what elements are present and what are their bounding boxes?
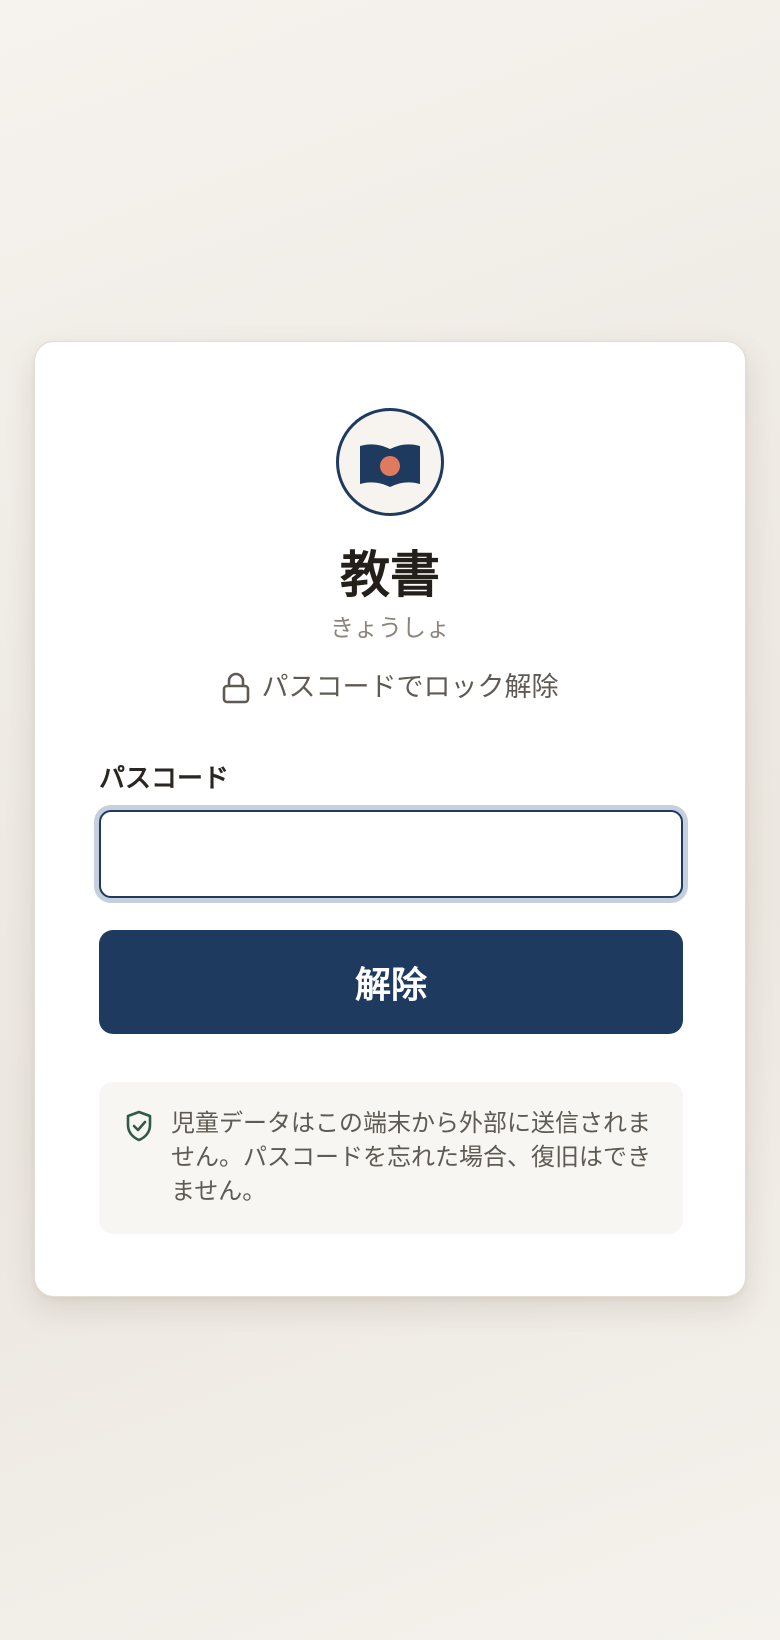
app-logo xyxy=(336,408,444,516)
unlock-hint: パスコードでロック解除 xyxy=(35,670,745,706)
app-title-reading: きょうしょ xyxy=(330,614,450,642)
app-title: 教書 xyxy=(340,546,440,604)
privacy-notice-text: 児童データはこの端末から外部に送信されません。パスコードを忘れた場合、復旧はでき… xyxy=(171,1109,651,1205)
open-book-icon xyxy=(360,444,420,487)
shield-check-icon xyxy=(126,1110,152,1142)
unlock-hint-text: パスコードでロック解除 xyxy=(261,672,559,703)
unlock-button[interactable]: 解除 xyxy=(99,930,683,1034)
lock-icon xyxy=(222,672,249,704)
passcode-label: パスコード xyxy=(99,764,230,794)
privacy-notice: 児童データはこの端末から外部に送信されません。パスコードを忘れた場合、復旧はでき… xyxy=(99,1082,683,1234)
lock-card: 教書 きょうしょ パスコードでロック解除 パスコード 解除 児童データはこの端末… xyxy=(34,341,746,1297)
passcode-input[interactable] xyxy=(99,810,683,898)
